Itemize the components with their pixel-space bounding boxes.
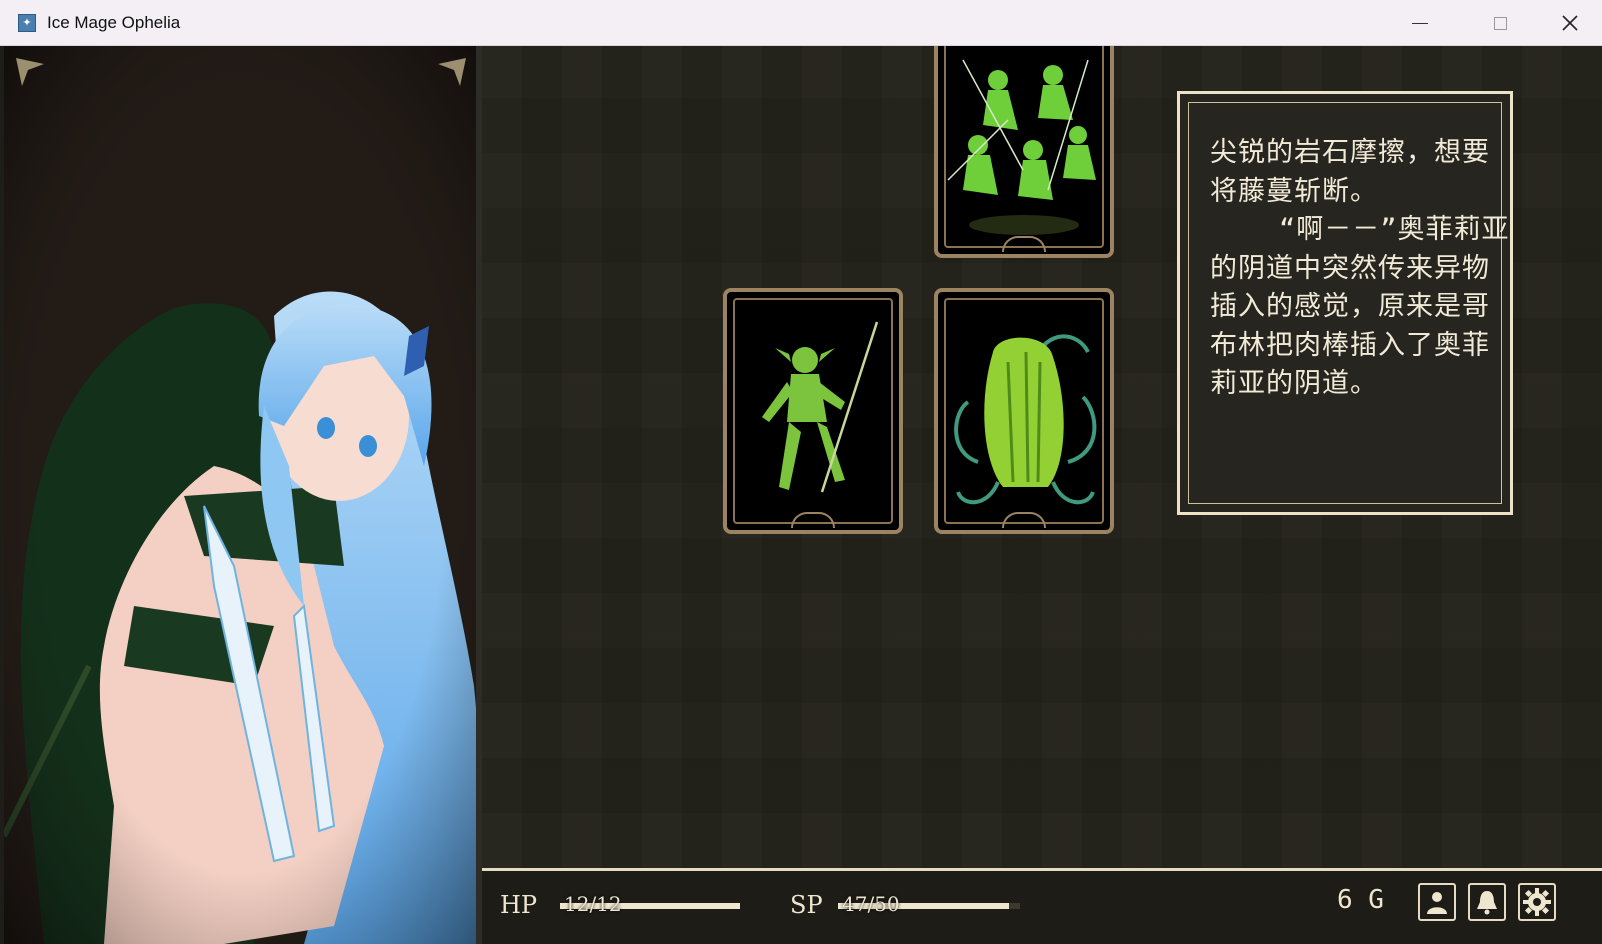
window-titlebar: ✦ Ice Mage Ophelia [0,0,1602,46]
sp-label: SP [790,891,823,919]
settings-button[interactable] [1518,883,1556,921]
minimize-button[interactable] [1392,0,1448,46]
corner-ornament-icon [438,58,466,86]
hp-label: HP [500,891,538,919]
card-frame [944,298,1104,524]
maximize-button[interactable] [1472,0,1528,46]
card-frame [733,298,893,524]
tentacle-plant-card[interactable] [934,288,1114,534]
hp-value: 12/12 [564,892,622,916]
sp-value: 47/50 [842,892,900,916]
maximize-icon [1493,16,1507,30]
game-area: 尖锐的岩石摩擦，想要将藤蔓斩断。 “啊－－”奥菲莉亚的阴道中突然传来异物插入的感… [4,46,1602,944]
corner-ornament-icon [16,58,44,86]
status-bar: HP 12/12 SP 47/50 6 G [482,868,1602,944]
gold-counter: 6 G [1337,885,1384,915]
goblin-horde-card[interactable] [934,46,1114,258]
message-box: 尖锐的岩石摩擦，想要将藤蔓斩断。 “啊－－”奥菲莉亚的阴道中突然传来异物插入的感… [1177,91,1513,515]
character-portrait-panel [4,46,482,944]
window-title: Ice Mage Ophelia [47,13,181,32]
gear-icon [1523,888,1551,916]
goblin-spearman-card[interactable] [723,288,903,534]
character-status-icon [1427,892,1447,914]
character-portrait-illustration [4,46,482,944]
bell-button[interactable] [1468,883,1506,921]
close-button[interactable] [1542,0,1598,46]
app-icon: ✦ [18,14,36,32]
bell-icon [1477,891,1497,915]
minimize-icon [1412,22,1428,24]
card-frame [944,46,1104,248]
close-icon [1562,15,1578,31]
card-ornament-icon [1002,236,1046,252]
card-ornament-icon [791,512,835,528]
message-text: 尖锐的岩石摩擦，想要将藤蔓斩断。 “啊－－”奥菲莉亚的阴道中突然传来异物插入的感… [1210,137,1510,399]
card-ornament-icon [1002,512,1046,528]
character-status-button[interactable] [1418,883,1456,921]
